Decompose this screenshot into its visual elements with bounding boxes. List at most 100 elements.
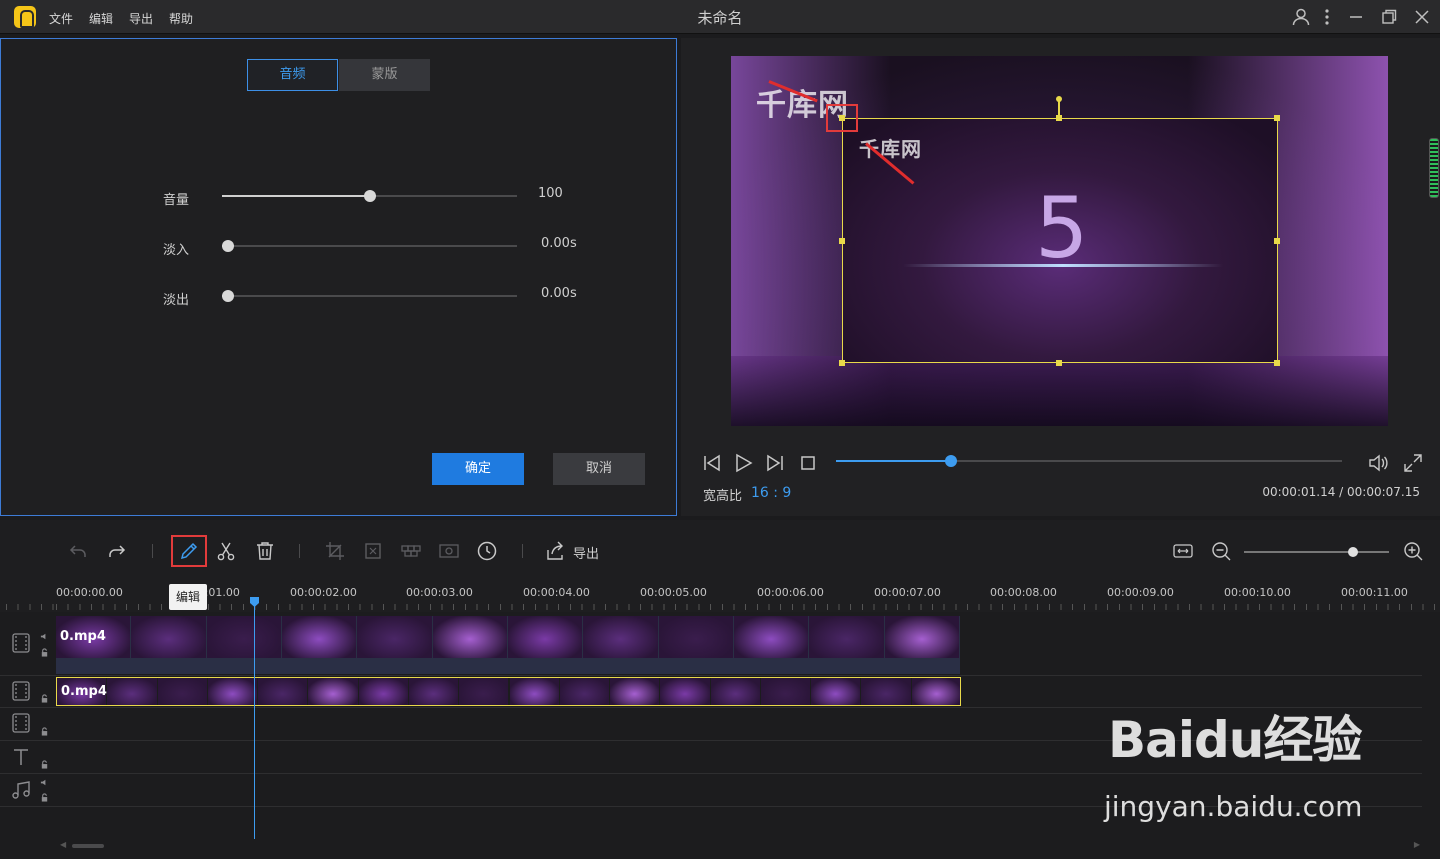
undo-icon[interactable] bbox=[67, 540, 89, 562]
stop-icon[interactable] bbox=[797, 452, 819, 474]
clip-thumbnail-frame bbox=[509, 678, 559, 705]
tab-audio[interactable]: 音频 bbox=[247, 59, 338, 91]
previous-frame-icon[interactable] bbox=[701, 452, 723, 474]
resize-handle-top-right[interactable] bbox=[1274, 115, 1280, 121]
lock-icon[interactable] bbox=[40, 727, 49, 736]
audio-settings-panel: 音频 蒙版 音量 100 淡入 0.00s 淡出 0.00s 确定 取消 bbox=[0, 38, 677, 516]
export-button-label[interactable]: 导出 bbox=[573, 543, 599, 562]
mute-icon[interactable] bbox=[40, 778, 49, 787]
preview-panel: 千库网 5 千库网 宽高比 16 : 9 00:00:01.14 / 00:00… bbox=[681, 38, 1440, 516]
toolbar-divider bbox=[152, 544, 153, 558]
mosaic-icon[interactable] bbox=[400, 540, 422, 562]
fade-out-slider[interactable] bbox=[222, 290, 517, 302]
clip-thumbnails bbox=[57, 678, 960, 705]
delete-trash-icon[interactable] bbox=[254, 540, 276, 562]
scrollbar-thumb[interactable] bbox=[72, 844, 104, 848]
clip-name: 0.mp4 bbox=[60, 629, 106, 644]
menu-edit[interactable]: 编辑 bbox=[89, 10, 113, 27]
clip-thumbnail-frame bbox=[131, 616, 206, 658]
rotate-handle-stem bbox=[1058, 100, 1060, 118]
resize-handle-left[interactable] bbox=[839, 238, 845, 244]
freeze-frame-icon[interactable] bbox=[438, 540, 460, 562]
fade-in-slider-knob[interactable] bbox=[222, 240, 234, 252]
menu-export[interactable]: 导出 bbox=[129, 10, 153, 27]
menu-file[interactable]: 文件 bbox=[49, 10, 73, 27]
fade-in-slider[interactable] bbox=[222, 240, 517, 252]
clip-thumbnail-frame bbox=[658, 616, 733, 658]
resize-handle-right[interactable] bbox=[1274, 238, 1280, 244]
scroll-right-icon[interactable]: ▶ bbox=[1414, 840, 1420, 849]
volume-icon[interactable] bbox=[1367, 452, 1389, 474]
lock-icon[interactable] bbox=[40, 793, 49, 802]
tab-mask[interactable]: 蒙版 bbox=[339, 59, 430, 91]
fade-out-slider-knob[interactable] bbox=[222, 290, 234, 302]
ruler-time-label: 00:00:04.00 bbox=[523, 586, 590, 599]
minimize-icon[interactable] bbox=[1346, 7, 1366, 27]
play-icon[interactable] bbox=[732, 452, 754, 474]
mute-icon[interactable] bbox=[40, 632, 49, 641]
resize-handle-bottom[interactable] bbox=[1056, 360, 1062, 366]
volume-slider-knob[interactable] bbox=[364, 190, 376, 202]
confirm-button[interactable]: 确定 bbox=[432, 453, 524, 485]
rotate-handle[interactable] bbox=[1056, 96, 1062, 102]
playback-progress[interactable] bbox=[836, 455, 1342, 467]
menu-help[interactable]: 帮助 bbox=[169, 10, 193, 27]
overlay-clip-selected[interactable]: 0.mp4 bbox=[56, 677, 961, 706]
timeline-zoom-knob[interactable] bbox=[1348, 547, 1358, 557]
account-icon[interactable] bbox=[1291, 7, 1311, 27]
clip-thumbnail-frame bbox=[508, 616, 583, 658]
zoom-in-icon[interactable] bbox=[1402, 540, 1424, 562]
video-track-icon bbox=[12, 633, 30, 653]
preview-canvas[interactable]: 千库网 5 千库网 bbox=[731, 56, 1388, 426]
resize-frame-icon[interactable] bbox=[362, 540, 384, 562]
video-track-icon bbox=[12, 713, 30, 733]
cut-scissors-icon[interactable] bbox=[215, 540, 237, 562]
restore-icon[interactable] bbox=[1379, 7, 1399, 27]
resize-handle-bottom-right[interactable] bbox=[1274, 360, 1280, 366]
toolbar-divider bbox=[522, 544, 523, 558]
clip-thumbnail-frame bbox=[610, 678, 660, 705]
video-clip[interactable]: 0.mp4 bbox=[56, 616, 960, 674]
lock-icon[interactable] bbox=[40, 760, 49, 769]
clip-thumbnail-frame bbox=[861, 678, 911, 705]
selected-video-overlay[interactable]: 5 千库网 bbox=[842, 118, 1278, 363]
fullscreen-icon[interactable] bbox=[1402, 452, 1424, 474]
more-options-icon[interactable] bbox=[1317, 7, 1337, 27]
timeline-horizontal-scrollbar[interactable]: ◀ ▶ bbox=[60, 840, 1420, 852]
ruler-time-label: 00:00:08.00 bbox=[990, 586, 1057, 599]
volume-slider[interactable] bbox=[222, 190, 517, 202]
app-logo-icon bbox=[14, 6, 36, 28]
ruler-time-label: 00:00:11.00 bbox=[1341, 586, 1408, 599]
scroll-left-icon[interactable]: ◀ bbox=[60, 840, 66, 849]
duration-clock-icon[interactable] bbox=[476, 540, 498, 562]
clip-thumbnail-frame bbox=[408, 678, 459, 705]
next-frame-icon[interactable] bbox=[764, 452, 786, 474]
close-icon[interactable] bbox=[1412, 7, 1432, 27]
ruler-time-label: 00:00:03.00 bbox=[406, 586, 473, 599]
fade-out-label: 淡出 bbox=[163, 293, 190, 308]
window-title: 未命名 bbox=[697, 9, 743, 27]
zoom-out-icon[interactable] bbox=[1210, 540, 1232, 562]
edit-pencil-icon[interactable] bbox=[178, 540, 200, 562]
playhead-line[interactable] bbox=[254, 597, 255, 839]
fade-out-value: 0.00s bbox=[541, 286, 577, 301]
export-icon[interactable] bbox=[544, 540, 566, 562]
aspect-ratio-value[interactable]: 16 : 9 bbox=[751, 485, 791, 501]
clip-name: 0.mp4 bbox=[61, 684, 107, 699]
timeline-zoom-slider[interactable] bbox=[1244, 547, 1389, 557]
resize-handle-bottom-left[interactable] bbox=[839, 360, 845, 366]
redo-icon[interactable] bbox=[106, 540, 128, 562]
timeline-toolbar: 导出 bbox=[0, 520, 1440, 580]
fit-timeline-icon[interactable] bbox=[1172, 540, 1194, 562]
clip-thumbnail-frame bbox=[357, 616, 432, 658]
volume-value: 100 bbox=[538, 186, 563, 201]
lock-icon[interactable] bbox=[40, 694, 49, 703]
fade-in-value: 0.00s bbox=[541, 236, 577, 251]
playback-progress-knob[interactable] bbox=[945, 455, 957, 467]
cancel-button[interactable]: 取消 bbox=[553, 453, 645, 485]
timeline-ruler[interactable]: 00:00:00.0000:00:01.0000:00:02.0000:00:0… bbox=[0, 580, 1440, 612]
lock-icon[interactable] bbox=[40, 648, 49, 657]
clip-thumbnail-frame bbox=[258, 678, 308, 705]
crop-icon[interactable] bbox=[324, 540, 346, 562]
ruler-time-label: 00:00:05.00 bbox=[640, 586, 707, 599]
